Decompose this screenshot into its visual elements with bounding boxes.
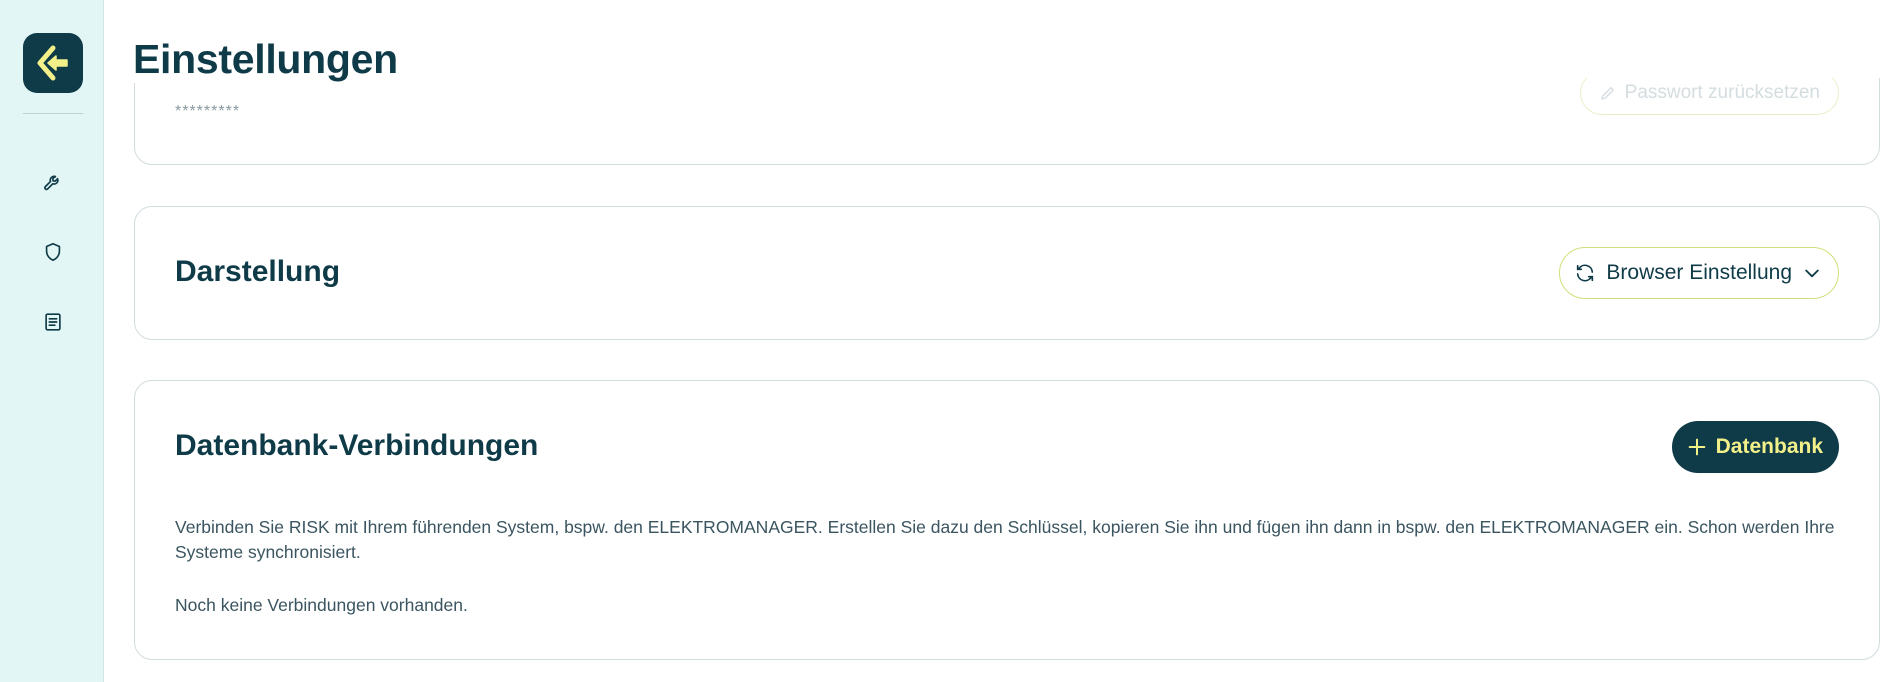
theme-select[interactable]: Browser Einstellung [1559,247,1839,299]
reset-password-label: Passwort zurücksetzen [1624,82,1820,103]
plus-icon [1688,438,1705,456]
page-title: Einstellungen [133,36,406,83]
brand-logo[interactable] [23,33,83,93]
document-list-icon [45,313,61,331]
database-card-title: Datenbank-Verbindungen [175,429,539,462]
sidebar-item-security[interactable] [40,239,66,265]
shield-icon [45,242,61,262]
add-database-button[interactable]: Datenbank [1671,421,1839,473]
database-description: Verbinden Sie RISK mit Ihrem führenden S… [175,517,1835,562]
brand-logo-icon [37,45,68,81]
pencil-icon [1600,87,1614,100]
display-card-title: Darstellung [175,255,341,288]
chevron-down-icon [1805,269,1819,278]
main-content: ********* Passwort zurücksetzen Einstell… [105,0,1891,682]
sidebar-divider [23,113,83,114]
sidebar-item-tools[interactable] [40,169,66,195]
empty-state-text: Noch keine Verbindungen vorhanden. [175,595,468,615]
password-masked-value: ********* [175,103,241,120]
wrench-icon [44,175,59,191]
sidebar [0,0,104,682]
database-connections-card: Datenbank-Verbindungen Datenbank Verbind… [134,380,1880,660]
display-card: Darstellung Browser Einstellung [134,206,1880,340]
theme-select-label: Browser Einstellung [1606,261,1792,284]
sidebar-item-documents[interactable] [40,309,66,335]
refresh-icon [1577,264,1594,282]
add-database-label: Datenbank [1715,435,1823,458]
